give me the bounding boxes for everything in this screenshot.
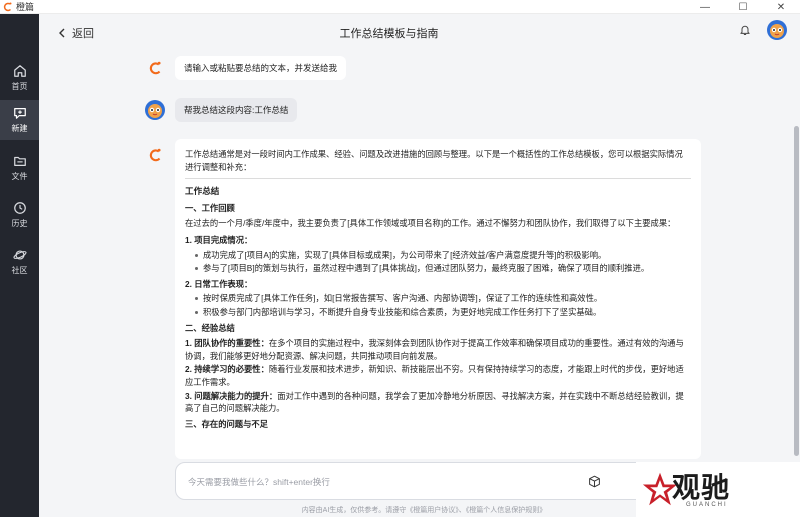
list-item: 2. 持续学习的必要性：随着行业发展和技术进步，新知识、新技能层出不穷。只有保持… — [185, 363, 691, 388]
list-item: 按时保质完成了[具体工作任务]，如[日常报告撰写、客户沟通、内部协调等]，保证了… — [195, 292, 691, 305]
section-title: 二、经验总结 — [185, 322, 235, 333]
answer-intro: 工作总结通常是对一段时间内工作成果、经验、问题及改进措施的回顾与整理。以下是一个… — [185, 149, 683, 172]
new-chat-icon — [13, 108, 26, 119]
assistant-logo-icon — [149, 61, 161, 75]
list-heading: 1. 项目完成情况： — [185, 234, 253, 245]
minimize-button[interactable]: — — [686, 0, 724, 14]
close-button[interactable]: ✕ — [762, 0, 800, 14]
section-paragraph: 在过去的一个月/季度/年度中，我主要负责了[具体工作领域或项目名称]的工作。通过… — [185, 218, 676, 229]
item-key: 3. 问题解决能力的提升： — [185, 390, 278, 401]
watermark: 观驰 GUANCHI — [636, 462, 800, 517]
composer — [175, 462, 665, 500]
sidebar-item-label: 首页 — [11, 82, 28, 91]
disclaimer-text: 内容由AI生成，仅供参考。请遵守《橙篇用户协议》、《橙篇个人信息保护规则》 — [301, 507, 547, 514]
window-titlebar: 橙篇 — ☐ ✕ — [0, 0, 800, 14]
item-key: 1. 团队协作的重要性： — [185, 338, 269, 349]
avatar-face-icon — [770, 24, 784, 38]
item-key: 2. 持续学习的必要性： — [185, 364, 269, 375]
watermark-subtext: GUANCHI — [686, 502, 728, 508]
list-item: 积极参与部门内部培训与学习，不断提升自身专业技能和综合素质，为更好地完成工作任务… — [195, 306, 691, 319]
bullet-list: 成功完成了[项目A]的实施，实现了[具体目标或成果]，为公司带来了[经济效益/客… — [195, 249, 691, 275]
user-avatar[interactable] — [767, 20, 787, 40]
sidebar-item-label: 历史 — [11, 219, 28, 228]
ai-avatar — [147, 59, 165, 77]
sidebar-item-label: 社区 — [11, 266, 28, 275]
numbered-list: 1. 团队协作的重要性：在多个项目的实施过程中，我深刻体会到团队协作对于提高工作… — [185, 337, 691, 415]
answer-heading: 工作总结 — [185, 186, 220, 197]
list-item: 参与了[项目B]的策划与执行，虽然过程中遇到了[具体挑战]，但通过团队努力，最终… — [195, 262, 691, 275]
message-input[interactable] — [188, 474, 568, 490]
sidebar-item-history[interactable]: 历史 — [0, 195, 39, 235]
divider — [185, 178, 691, 180]
window-controls: — ☐ ✕ — [686, 0, 800, 14]
sidebar-item-label: 文件 — [11, 172, 28, 181]
app-logo-icon — [3, 2, 12, 11]
folder-icon — [13, 156, 26, 166]
watermark-text: 观驰 — [672, 471, 731, 504]
top-bar: 返回 工作总结模板与指南 — [39, 14, 800, 50]
home-icon — [13, 65, 26, 77]
sidebar-item-files[interactable]: 文件 — [0, 148, 39, 188]
bell-icon[interactable] — [739, 24, 751, 36]
planet-icon — [12, 250, 27, 260]
avatar-face-icon — [148, 104, 162, 118]
bullet-list: 按时保质完成了[具体工作任务]，如[日常报告撰写、客户沟通、内部协调等]，保证了… — [195, 292, 691, 318]
section-title: 一、工作回顾 — [185, 202, 235, 213]
maximize-button[interactable]: ☐ — [724, 0, 762, 14]
ai-prompt-message: 请输入或粘贴要总结的文本，并发送给我 — [175, 56, 347, 80]
ai-avatar — [147, 146, 165, 164]
cube-icon[interactable] — [588, 475, 601, 488]
sidebar-item-new[interactable]: 新建 — [0, 100, 39, 140]
sidebar: 首页 新建 文件 历史 社区 — [0, 14, 39, 517]
section-title: 三、存在的问题与不足 — [185, 418, 268, 429]
page-title: 工作总结模板与指南 — [339, 28, 439, 40]
scrollbar-thumb[interactable] — [794, 126, 799, 456]
app-name: 橙篇 — [16, 2, 35, 12]
user-message-avatar — [145, 100, 165, 120]
sidebar-item-home[interactable]: 首页 — [0, 58, 39, 98]
list-heading: 2. 日常工作表现： — [185, 278, 253, 289]
list-item: 1. 团队协作的重要性：在多个项目的实施过程中，我深刻体会到团队协作对于提高工作… — [185, 337, 691, 362]
clock-icon — [13, 202, 26, 214]
sidebar-item-community[interactable]: 社区 — [0, 242, 39, 282]
list-item: 成功完成了[项目A]的实施，实现了[具体目标或成果]，为公司带来了[经济效益/客… — [195, 249, 691, 262]
main-area: 返回 工作总结模板与指南 请输入或粘贴要总结的文本，并发送给我 帮我总结这段内容… — [39, 14, 800, 517]
list-item: 3. 问题解决能力的提升：面对工作中遇到的各种问题，我学会了更加冷静地分析原因、… — [185, 390, 691, 415]
assistant-logo-icon — [149, 148, 161, 162]
ai-answer: 工作总结通常是对一段时间内工作成果、经验、问题及改进措施的回顾与整理。以下是一个… — [175, 139, 701, 459]
user-message: 帮我总结这段内容:工作总结 — [175, 98, 298, 122]
sidebar-item-label: 新建 — [11, 124, 28, 133]
